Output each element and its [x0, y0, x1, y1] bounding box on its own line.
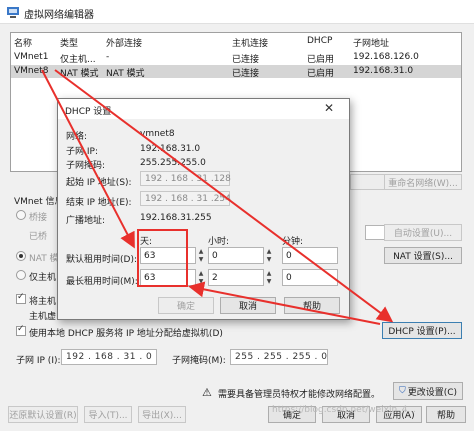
- annotation-arrows: [41, 69, 394, 325]
- arrow-vmnet8-to-dhcp-button: [54, 69, 394, 323]
- watermark: https://blog.csdn.net/weixin_4...: [272, 405, 417, 415]
- arrow-vmnet8-to-days: [41, 69, 135, 249]
